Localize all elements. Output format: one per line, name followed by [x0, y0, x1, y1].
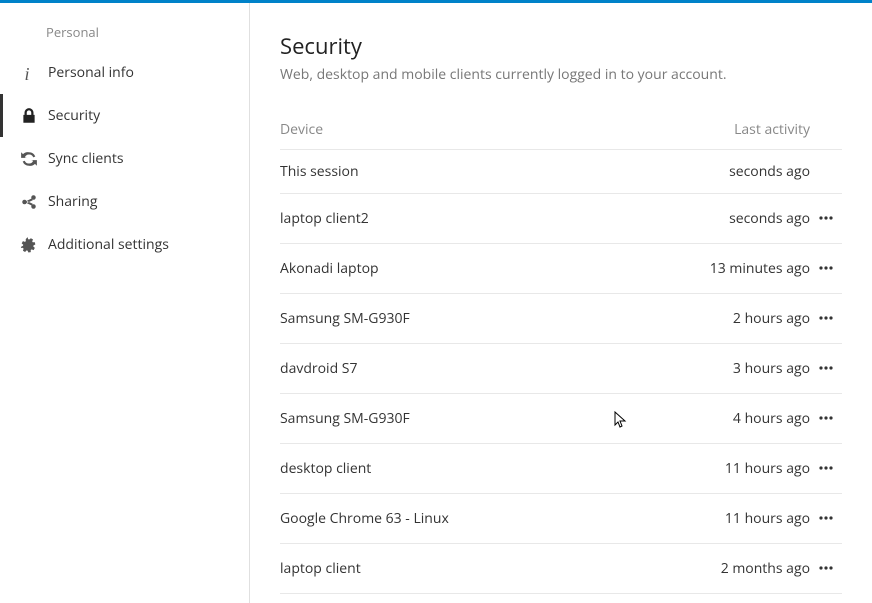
more-actions-button[interactable] — [814, 206, 838, 230]
last-activity: 13 minutes ago — [680, 259, 810, 278]
session-row: Samsung SM-G930F2 hours ago — [280, 293, 842, 343]
svg-text:i: i — [25, 64, 30, 82]
more-icon — [818, 360, 834, 376]
main-content: Security Web, desktop and mobile clients… — [250, 3, 872, 603]
sidebar-item-personal-info[interactable]: i Personal info — [0, 51, 249, 94]
last-activity: 3 hours ago — [680, 359, 810, 378]
last-activity: 11 hours ago — [680, 509, 810, 528]
device-name: laptop client — [280, 559, 680, 578]
sidebar-item-label: Sharing — [48, 192, 98, 211]
row-menu-cell — [810, 406, 842, 431]
sync-icon — [20, 150, 38, 168]
page-title: Security — [280, 31, 842, 61]
device-name: laptop client2 — [280, 209, 680, 228]
device-name: desktop client — [280, 459, 680, 478]
sidebar-item-sharing[interactable]: Sharing — [0, 180, 249, 223]
more-icon — [818, 210, 834, 226]
sidebar-item-label: Additional settings — [48, 235, 169, 254]
col-header-device: Device — [280, 120, 680, 139]
sidebar-item-security[interactable]: Security — [0, 94, 249, 137]
sessions-table-head: Device Last activity — [280, 112, 842, 149]
sidebar: Personal i Personal info Security Sync c… — [0, 3, 250, 603]
last-activity: seconds ago — [680, 162, 810, 181]
more-actions-button[interactable] — [814, 456, 838, 480]
more-actions-button[interactable] — [814, 256, 838, 280]
more-icon — [818, 260, 834, 276]
session-row: Google Chrome 63 - Linux11 hours ago — [280, 493, 842, 543]
session-row: laptop client2seconds ago — [280, 193, 842, 243]
session-row: Samsung SM-G930F4 hours ago — [280, 393, 842, 443]
row-menu-cell — [810, 456, 842, 481]
session-row: davdroid S73 hours ago — [280, 343, 842, 393]
sidebar-item-label: Security — [48, 106, 100, 125]
more-icon — [818, 410, 834, 426]
session-row: Mozilla/5.0 (Android) Nextcloud-Talk v0.… — [280, 593, 842, 603]
more-actions-button[interactable] — [814, 556, 838, 580]
row-menu-cell — [810, 256, 842, 281]
gear-icon — [20, 236, 38, 254]
more-actions-button[interactable] — [814, 406, 838, 430]
row-menu-cell — [810, 556, 842, 581]
sidebar-item-additional-settings[interactable]: Additional settings — [0, 223, 249, 266]
session-row: This sessionseconds ago — [280, 149, 842, 193]
share-icon — [20, 193, 38, 211]
col-header-activity: Last activity — [680, 120, 810, 139]
sidebar-item-label: Personal info — [48, 63, 134, 82]
device-name: Samsung SM-G930F — [280, 409, 680, 428]
page-subtitle: Web, desktop and mobile clients currentl… — [280, 65, 842, 84]
more-icon — [818, 310, 834, 326]
row-menu-cell — [810, 356, 842, 381]
sidebar-section-header: Personal — [0, 17, 249, 51]
device-name: davdroid S7 — [280, 359, 680, 378]
device-name: This session — [280, 162, 680, 181]
row-menu-cell — [810, 506, 842, 531]
last-activity: 2 hours ago — [680, 309, 810, 328]
last-activity: 2 months ago — [680, 559, 810, 578]
sidebar-item-label: Sync clients — [48, 149, 124, 168]
session-row: desktop client11 hours ago — [280, 443, 842, 493]
lock-icon — [20, 107, 38, 125]
last-activity: seconds ago — [680, 209, 810, 228]
sidebar-item-sync-clients[interactable]: Sync clients — [0, 137, 249, 180]
last-activity: 4 hours ago — [680, 409, 810, 428]
more-actions-button[interactable] — [814, 306, 838, 330]
more-actions-button[interactable] — [814, 506, 838, 530]
more-icon — [818, 510, 834, 526]
session-row: laptop client2 months ago — [280, 543, 842, 593]
row-menu-cell — [810, 206, 842, 231]
session-row: Akonadi laptop13 minutes ago — [280, 243, 842, 293]
info-icon: i — [20, 64, 38, 82]
sessions-table-body: This sessionseconds agolaptop client2sec… — [280, 149, 842, 603]
device-name: Samsung SM-G930F — [280, 309, 680, 328]
device-name: Akonadi laptop — [280, 259, 680, 278]
last-activity: 11 hours ago — [680, 459, 810, 478]
more-icon — [818, 560, 834, 576]
device-name: Google Chrome 63 - Linux — [280, 509, 680, 528]
more-actions-button[interactable] — [814, 356, 838, 380]
more-icon — [818, 460, 834, 476]
row-menu-cell — [810, 306, 842, 331]
